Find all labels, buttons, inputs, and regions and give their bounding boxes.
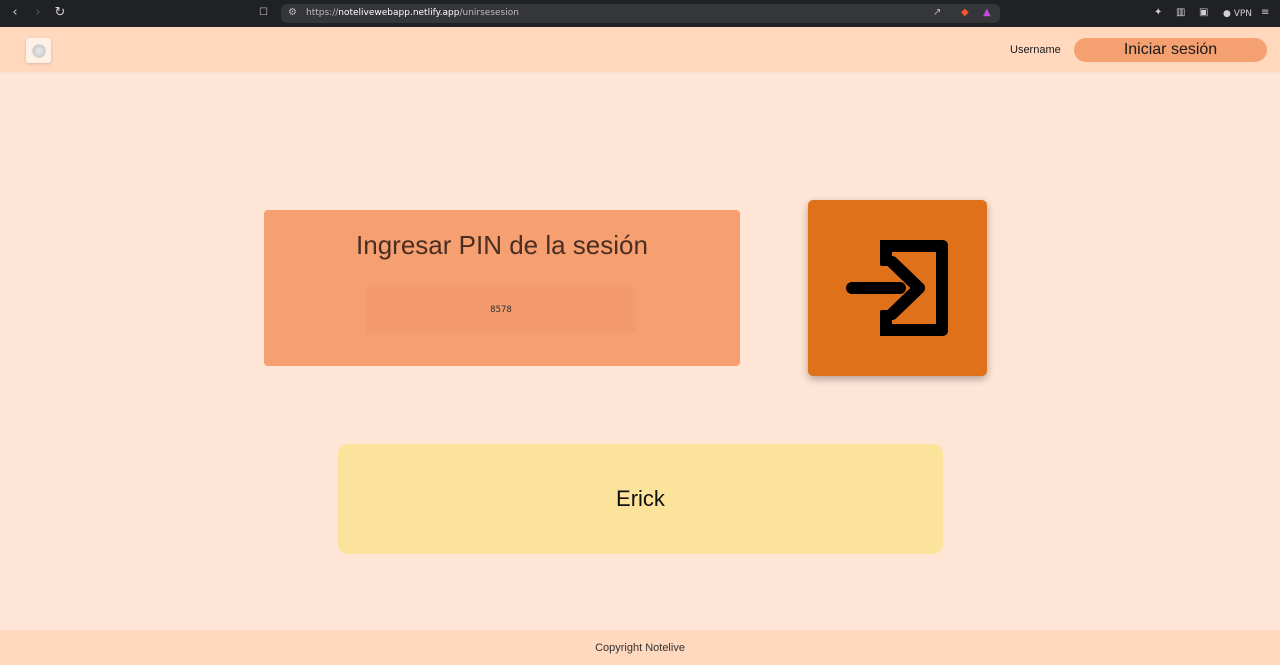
- share-icon[interactable]: ↗: [933, 6, 941, 20]
- logo[interactable]: [26, 38, 51, 63]
- pin-title: Ingresar PIN de la sesión: [356, 230, 648, 260]
- copyright-text: Copyright Notelive: [595, 642, 685, 654]
- join-session-button[interactable]: [808, 200, 987, 376]
- wallet-icon[interactable]: ▣: [1199, 6, 1208, 20]
- login-button[interactable]: Iniciar sesión: [1074, 38, 1267, 62]
- participant-card: Erick: [338, 444, 943, 554]
- footer: Copyright Notelive: [0, 630, 1280, 665]
- brave-shield-icon[interactable]: ◆: [961, 6, 969, 20]
- url-text[interactable]: https://notelivewebapp.netlify.app/unirs…: [306, 8, 519, 18]
- bookmark-icon[interactable]: ☐: [259, 6, 268, 20]
- forward-icon[interactable]: ›: [29, 5, 47, 23]
- address-bar[interactable]: ⚙ https://notelivewebapp.netlify.app/uni…: [281, 4, 1000, 23]
- url-host: notelivewebapp.netlify.app: [338, 8, 460, 18]
- url-path: /unirsesesion: [459, 8, 519, 18]
- site-header: Username Iniciar sesión: [0, 27, 1280, 72]
- logo-icon: [31, 43, 46, 58]
- menu-icon[interactable]: ≡: [1261, 6, 1269, 20]
- site-settings-icon[interactable]: ⚙: [288, 6, 297, 20]
- participant-name: Erick: [616, 486, 665, 511]
- url-prefix: https://: [306, 8, 339, 18]
- back-icon[interactable]: ‹: [6, 5, 24, 23]
- extensions-icon[interactable]: ✦: [1154, 6, 1162, 20]
- brave-rewards-icon[interactable]: ▲: [983, 6, 991, 20]
- pin-input[interactable]: [366, 287, 636, 333]
- username-label[interactable]: Username: [1010, 44, 1061, 56]
- browser-toolbar: ‹ › ↻ ☐ ⚙ https://notelivewebapp.netlify…: [0, 0, 1280, 27]
- login-icon: [846, 240, 948, 336]
- vpn-button[interactable]: ● VPN: [1223, 7, 1252, 21]
- pin-card: Ingresar PIN de la sesión: [264, 210, 740, 366]
- sidebar-icon[interactable]: ▥: [1176, 6, 1185, 20]
- vpn-label: VPN: [1233, 9, 1253, 19]
- reload-icon[interactable]: ↻: [51, 5, 69, 23]
